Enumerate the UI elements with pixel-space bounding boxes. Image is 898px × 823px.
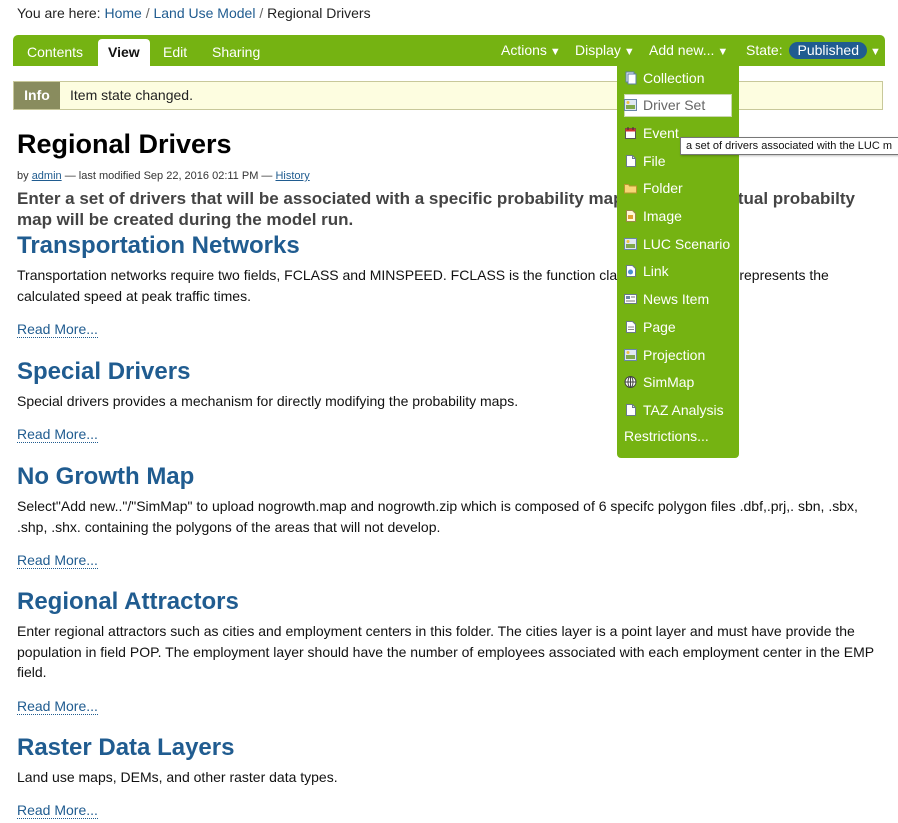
add-event-label: Event (643, 125, 679, 141)
add-driver-set-item[interactable]: Driver Set (624, 94, 732, 117)
section-title-regional-attractors[interactable]: Regional Attractors (17, 588, 239, 616)
add-simmap-item[interactable]: SimMap (624, 371, 732, 394)
read-more-link[interactable]: Read More... (17, 553, 98, 569)
info-message-bar: Info Item state changed. (13, 81, 883, 110)
add-link-item[interactable]: Link (624, 260, 732, 283)
tab-edit[interactable]: Edit (163, 44, 187, 60)
event-icon (624, 126, 637, 140)
add-new-menu-label: Add new... (649, 42, 715, 58)
add-driver-set-label: Driver Set (643, 97, 706, 113)
section-title-transportation-networks[interactable]: Transportation Networks (17, 232, 300, 260)
collection-icon (624, 71, 637, 85)
image-icon (624, 209, 637, 223)
breadcrumb-separator: / (145, 5, 150, 21)
restrictions-link[interactable]: Restrictions... (624, 428, 709, 444)
add-projection-item[interactable]: Projection (624, 344, 732, 367)
add-simmap-label: SimMap (643, 374, 695, 390)
actions-menu-label: Actions (501, 42, 547, 58)
link-icon (624, 264, 637, 278)
news-item-icon (624, 292, 637, 306)
add-image-item[interactable]: Image (624, 205, 732, 228)
add-taz-analysis-item[interactable]: TAZ Analysis (624, 399, 732, 422)
add-new-dropdown: Collection Driver Set Event File Folder … (617, 64, 739, 458)
byline-by: by (17, 170, 29, 182)
add-luc-scenario-label: LUC Scenario (643, 236, 731, 252)
byline-modified: — last modified Sep 22, 2016 02:11 PM — (64, 170, 273, 182)
add-file-label: File (643, 153, 666, 169)
add-taz-analysis-label: TAZ Analysis (643, 402, 724, 418)
section-title-raster-data-layers[interactable]: Raster Data Layers (17, 734, 234, 762)
display-menu-label: Display (575, 42, 621, 58)
driver-set-icon (624, 98, 637, 112)
add-image-label: Image (643, 208, 682, 224)
section-text: Select"Add new.."/"SimMap" to upload nog… (17, 498, 858, 535)
section-text: Land use maps, DEMs, and other raster da… (17, 769, 338, 785)
section-title-no-growth-map[interactable]: No Growth Map (17, 463, 194, 491)
breadcrumb-prefix: You are here: (17, 5, 101, 21)
add-folder-label: Folder (643, 180, 683, 196)
add-collection-label: Collection (643, 70, 705, 86)
section-text: Transportation networks require two fiel… (17, 267, 829, 304)
breadcrumb-current: Regional Drivers (267, 5, 371, 21)
chevron-down-icon: ▼ (869, 46, 881, 58)
read-more-link[interactable]: Read More... (17, 803, 98, 819)
history-link[interactable]: History (275, 170, 309, 182)
add-link-label: Link (643, 263, 669, 279)
add-news-item-item[interactable]: News Item (624, 288, 732, 311)
author-link[interactable]: admin (32, 170, 62, 182)
read-more-link[interactable]: Read More... (17, 322, 98, 338)
file-icon (624, 154, 637, 168)
add-news-item-label: News Item (643, 291, 710, 307)
actions-menu[interactable]: Actions ▼ (501, 42, 561, 58)
section-text: Special drivers provides a mechanism for… (17, 393, 519, 409)
luc-scenario-icon (624, 237, 637, 251)
read-more-link[interactable]: Read More... (17, 427, 98, 443)
taz-analysis-icon (624, 403, 637, 417)
chevron-down-icon: ▼ (623, 46, 635, 58)
info-label: Info (14, 82, 60, 109)
state-badge: Published (789, 42, 867, 59)
read-more-link[interactable]: Read More... (17, 699, 98, 715)
breadcrumb-land-use-model-link[interactable]: Land Use Model (153, 5, 255, 21)
driver-set-tooltip: a set of drivers associated with the LUC… (680, 137, 898, 155)
breadcrumb-home-link[interactable]: Home (104, 5, 141, 21)
add-luc-scenario-item[interactable]: LUC Scenario (624, 233, 732, 256)
section-text: Enter regional attractors such as cities… (17, 623, 874, 680)
add-page-label: Page (643, 319, 676, 335)
add-projection-label: Projection (643, 347, 706, 363)
state-label: State: (746, 42, 783, 58)
tab-sharing[interactable]: Sharing (212, 44, 260, 60)
page-description: Enter a set of drivers that will be asso… (17, 189, 855, 229)
folder-icon (624, 181, 637, 195)
add-new-menu[interactable]: Add new... ▼ (649, 42, 728, 58)
tab-view[interactable]: View (98, 39, 150, 66)
info-message: Item state changed. (70, 87, 193, 103)
display-menu[interactable]: Display ▼ (575, 42, 635, 58)
tab-contents[interactable]: Contents (27, 44, 83, 60)
add-page-item[interactable]: Page (624, 316, 732, 339)
add-collection-item[interactable]: Collection (624, 67, 732, 90)
edit-toolbar: Contents View Edit Sharing Actions ▼ Disp… (13, 35, 885, 66)
section-title-special-drivers[interactable]: Special Drivers (17, 358, 190, 386)
document-byline: by admin — last modified Sep 22, 2016 02… (17, 170, 310, 182)
simmap-icon (624, 375, 637, 389)
breadcrumb-separator: / (259, 5, 264, 21)
projection-icon (624, 348, 637, 362)
state-menu[interactable]: State: Published ▼ (746, 42, 881, 59)
page-title: Regional Drivers (17, 129, 232, 159)
breadcrumb: You are here: Home / Land Use Model / Re… (17, 5, 371, 21)
add-folder-item[interactable]: Folder (624, 177, 732, 200)
chevron-down-icon: ▼ (717, 46, 729, 58)
chevron-down-icon: ▼ (549, 46, 561, 58)
page-icon (624, 320, 637, 334)
